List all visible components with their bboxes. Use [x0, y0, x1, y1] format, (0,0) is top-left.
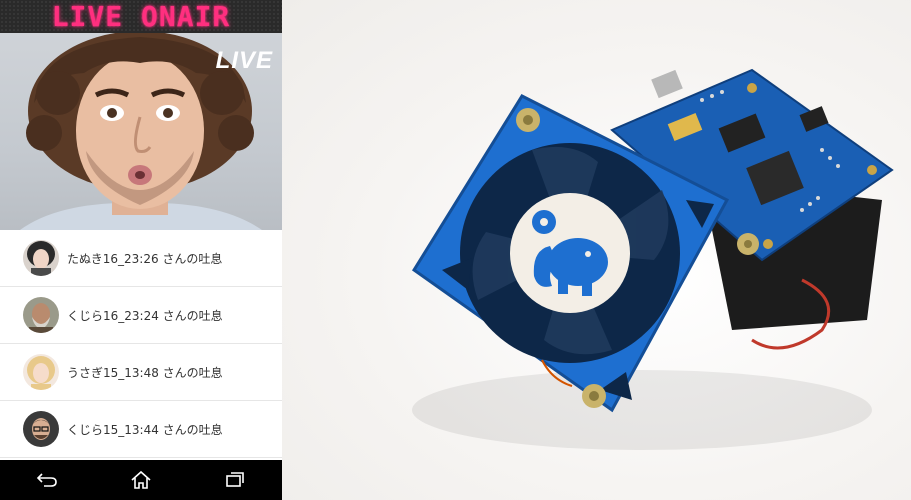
- android-nav-bar: [0, 460, 282, 500]
- list-item[interactable]: たぬき16_23:26 さんの吐息: [0, 230, 282, 287]
- led-header: LIVE ONAIR: [0, 0, 282, 33]
- recent-apps-button[interactable]: [215, 460, 255, 500]
- live-label: LIVE: [215, 47, 273, 74]
- post-label: うさぎ15_13:48 さんの吐息: [67, 365, 223, 380]
- avatar: [23, 297, 59, 333]
- list-item[interactable]: くじら16_23:24 さんの吐息: [0, 287, 282, 344]
- list-item[interactable]: うさぎ15_13:48 さんの吐息: [0, 344, 282, 401]
- back-icon: [36, 473, 57, 487]
- header-title: LIVE ONAIR: [51, 0, 231, 33]
- home-icon: [131, 470, 151, 489]
- live-video[interactable]: LIVE: [0, 33, 282, 230]
- avatar: [23, 354, 59, 390]
- back-button[interactable]: [27, 460, 67, 500]
- product-photo: [282, 0, 911, 500]
- recent-apps-icon: [226, 472, 244, 487]
- home-button[interactable]: [121, 460, 161, 500]
- fan-device-illustration: [411, 68, 894, 450]
- list-item[interactable]: くじら15_13:44 さんの吐息: [0, 401, 282, 458]
- avatar: [23, 411, 59, 447]
- post-label: くじら15_13:44 さんの吐息: [67, 422, 223, 437]
- post-list: たぬき16_23:26 さんの吐息 くじら16_23:24 さんの吐息 うさぎ1…: [0, 230, 282, 458]
- phone-screen: LIVE ONAIR LIVE たぬき16_23:26 さんの吐息 くじら16_…: [0, 0, 282, 500]
- post-label: たぬき16_23:26 さんの吐息: [67, 251, 223, 266]
- post-label: くじら16_23:24 さんの吐息: [67, 308, 223, 323]
- avatar: [23, 240, 59, 276]
